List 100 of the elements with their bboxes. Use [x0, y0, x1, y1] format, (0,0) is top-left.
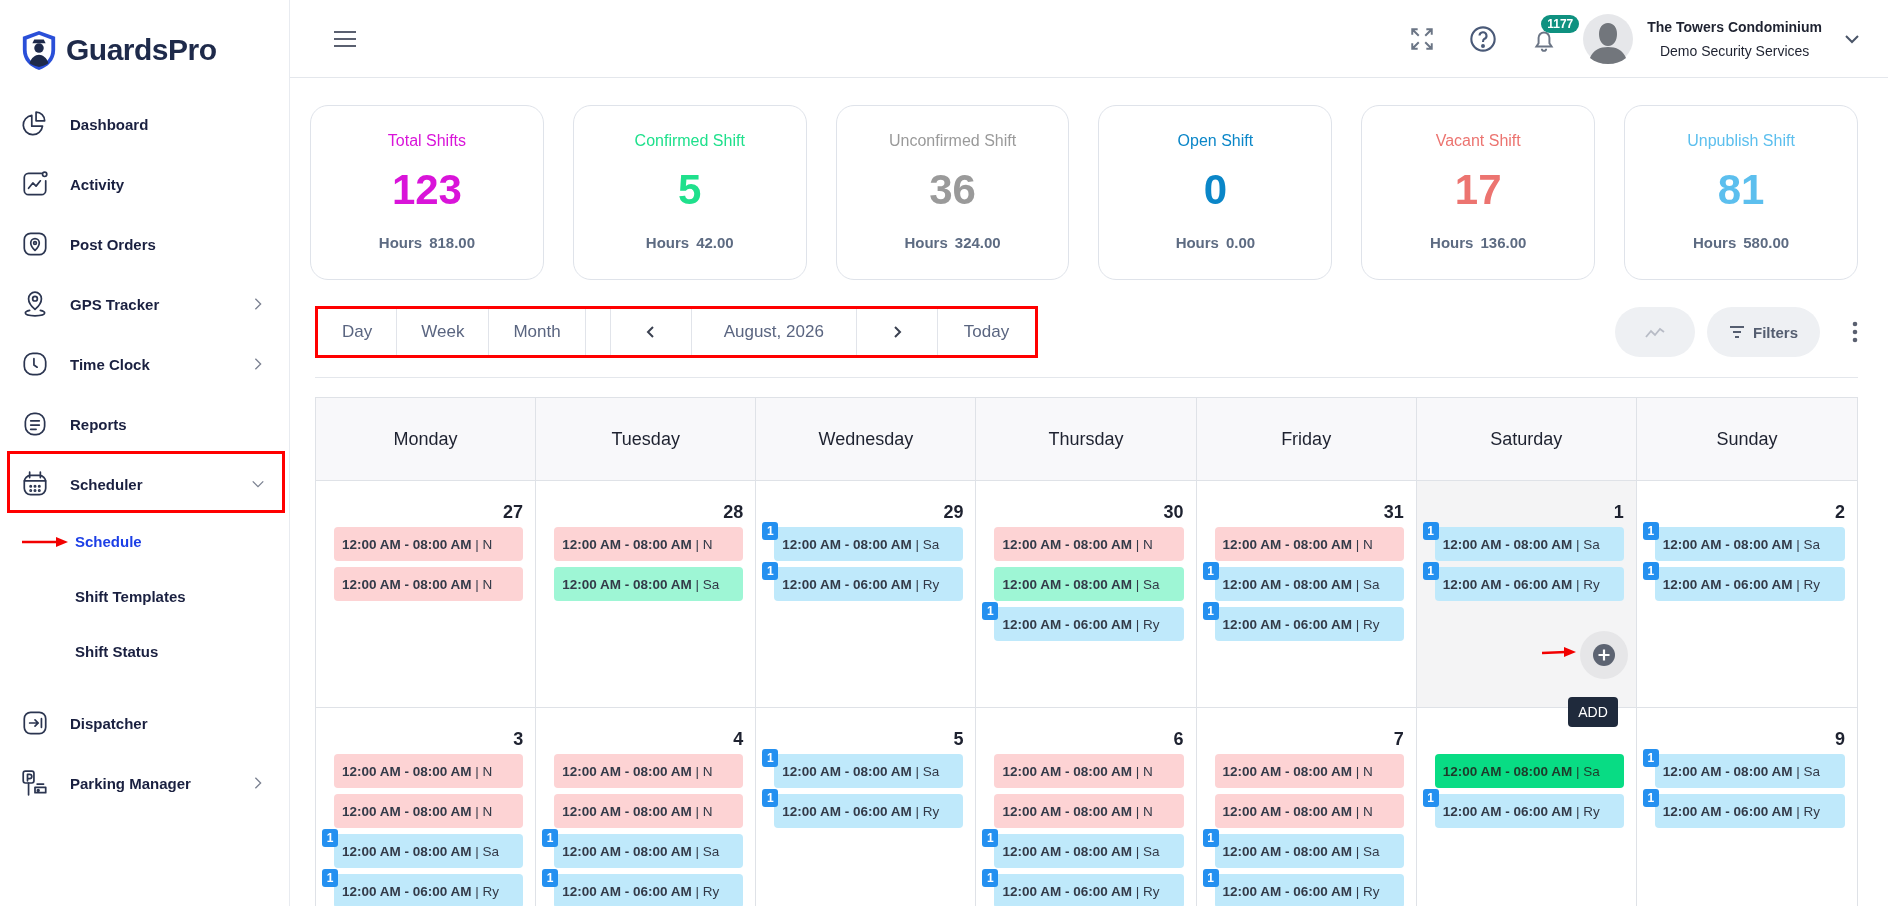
day-cell[interactable]: 31 12:00 AM - 08:00 AM | N 12:00 AM - 08:00 AM | Sa 1 12:00 AM - 06:00 AM | Ry 1 — [1196, 481, 1417, 707]
day-number: 5 — [953, 729, 964, 750]
day-number: 3 — [513, 729, 524, 750]
shift-event[interactable]: 12:00 AM - 06:00 AM | Ry — [1654, 567, 1845, 601]
shift-event[interactable]: 12:00 AM - 08:00 AM | N — [334, 794, 524, 828]
day-number: 28 — [723, 502, 744, 523]
day-cell[interactable]: 30 12:00 AM - 08:00 AM | N 12:00 AM - 08:00 AM | Sa 12:00 AM - 06:00 AM | Ry 1 — [976, 481, 1197, 707]
shift-event[interactable]: 12:00 AM - 08:00 AM | N — [1214, 527, 1404, 561]
hours-value: 42.00 — [696, 234, 734, 251]
day-cell[interactable]: 6 12:00 AM - 08:00 AM | N 12:00 AM - 08:00 AM | N 12:00 AM - 08:00 AM | Sa 1 12:00 AM - 06:00 AM | Ry 1 — [976, 708, 1197, 906]
shift-event[interactable]: 12:00 AM - 08:00 AM | Sa — [994, 834, 1184, 868]
shift-event[interactable]: 12:00 AM - 08:00 AM | N — [1214, 754, 1404, 788]
day-number: 2 — [1834, 502, 1845, 523]
count-badge: 1 — [322, 869, 338, 887]
shift-event[interactable]: 12:00 AM - 06:00 AM | Ry — [334, 874, 524, 906]
help-icon[interactable] — [1469, 24, 1498, 53]
shift-event[interactable]: 12:00 AM - 08:00 AM | N — [334, 567, 524, 601]
shift-event[interactable]: 12:00 AM - 08:00 AM | N — [994, 754, 1184, 788]
day-cell[interactable]: 4 12:00 AM - 08:00 AM | N 12:00 AM - 08:00 AM | N 12:00 AM - 08:00 AM | Sa 1 12:00 AM - 06:00 AM | Ry 1 — [536, 708, 757, 906]
parking-icon — [20, 768, 50, 798]
count-badge: 1 — [1202, 602, 1219, 620]
hours-value: 136.00 — [1480, 234, 1527, 251]
day-cell[interactable]: 5 12:00 AM - 08:00 AM | Sa 1 12:00 AM - 06:00 AM | Ry 1 — [756, 708, 977, 906]
stat-value: 123 — [391, 166, 462, 214]
shift-event[interactable]: 12:00 AM - 06:00 AM | Ry — [1434, 567, 1624, 601]
shift-event[interactable]: 12:00 AM - 08:00 AM | Sa — [1214, 834, 1404, 868]
stat-value: 81 — [1717, 166, 1765, 214]
hours-value: 818.00 — [429, 234, 476, 251]
shift-event[interactable]: 12:00 AM - 08:00 AM | Sa — [1654, 754, 1845, 788]
menu-icon[interactable] — [333, 29, 357, 48]
hours-label: Hours — [378, 234, 423, 251]
shift-event[interactable]: 12:00 AM - 06:00 AM | Ry — [1214, 874, 1404, 906]
shift-event[interactable]: 12:00 AM - 08:00 AM | Sa — [774, 754, 964, 788]
shift-event[interactable]: 12:00 AM - 08:00 AM | Sa — [1654, 527, 1845, 561]
shift-event[interactable]: 12:00 AM - 08:00 AM | N — [554, 794, 744, 828]
avatar[interactable] — [1583, 13, 1634, 64]
stat-value: 36 — [929, 166, 976, 214]
shift-event[interactable]: 12:00 AM - 08:00 AM | N — [1214, 794, 1404, 828]
shift-event[interactable]: 12:00 AM - 08:00 AM | Sa — [554, 567, 744, 601]
shift-event[interactable]: 12:00 AM - 06:00 AM | Ry — [554, 874, 744, 906]
day-cell[interactable]: 9 12:00 AM - 08:00 AM | Sa 1 12:00 AM - 06:00 AM | Ry 1 — [1636, 708, 1857, 906]
day-number: 27 — [503, 502, 524, 523]
stat-label: Confirmed Shift — [634, 132, 745, 150]
fullscreen-icon[interactable] — [1409, 25, 1436, 52]
sidebar-item[interactable]: Reports — [20, 394, 265, 454]
shift-event[interactable]: 12:00 AM - 08:00 AM | N — [334, 527, 524, 561]
count-badge: 1 — [762, 749, 779, 767]
shift-event[interactable]: 12:00 AM - 06:00 AM | Ry — [1434, 794, 1624, 828]
day-cell[interactable]: 2 12:00 AM - 08:00 AM | Sa 1 12:00 AM - 06:00 AM | Ry 1 — [1636, 481, 1857, 707]
count-badge: 1 — [982, 602, 999, 620]
count-badge: 1 — [1202, 829, 1219, 847]
shift-event[interactable]: 12:00 AM - 08:00 AM | N — [994, 527, 1184, 561]
day-cell[interactable]: 27 12:00 AM - 08:00 AM | N 12:00 AM - 08:00 AM | N — [316, 481, 537, 707]
shift-event[interactable]: 12:00 AM - 08:00 AM | Sa — [1434, 527, 1624, 561]
shift-event[interactable]: 12:00 AM - 06:00 AM | Ry — [1214, 607, 1404, 641]
notification-badge: 1177 — [1541, 14, 1580, 33]
sidebar-item[interactable]: Activity — [20, 154, 265, 214]
weekday-header: Sunday — [1715, 427, 1779, 451]
sidebar-item[interactable]: Scheduler — [20, 454, 265, 514]
stat-value: 17 — [1454, 166, 1502, 214]
shift-event[interactable]: 12:00 AM - 08:00 AM | Sa — [1214, 567, 1404, 601]
plus-icon — [1592, 644, 1615, 666]
shift-event[interactable]: 12:00 AM - 08:00 AM | N — [554, 754, 744, 788]
sidebar-item[interactable]: Post Orders — [20, 214, 265, 274]
stat-value: 5 — [678, 166, 702, 214]
shift-event[interactable]: 12:00 AM - 08:00 AM | Sa — [1434, 754, 1624, 788]
shift-event[interactable]: 12:00 AM - 08:00 AM | N — [554, 527, 744, 561]
shift-event[interactable]: 12:00 AM - 06:00 AM | Ry — [994, 874, 1184, 906]
sidebar-item[interactable]: Parking Manager — [20, 753, 265, 813]
day-cell[interactable]: 3 12:00 AM - 08:00 AM | N 12:00 AM - 08:00 AM | N 12:00 AM - 08:00 AM | Sa 1 12:00 AM - 06:00 AM | Ry 1 — [316, 708, 537, 906]
shift-event[interactable]: 12:00 AM - 08:00 AM | Sa — [994, 567, 1184, 601]
more-icon[interactable] — [1852, 321, 1858, 343]
day-number: 7 — [1393, 729, 1404, 750]
shift-event[interactable]: 12:00 AM - 08:00 AM | N — [994, 794, 1184, 828]
submenu-item[interactable]: Schedule — [75, 533, 142, 550]
count-badge: 1 — [1642, 789, 1659, 807]
count-badge: 1 — [322, 829, 338, 847]
submenu-item[interactable]: Shift Templates — [75, 588, 186, 605]
sidebar-item[interactable]: Time Clock — [20, 334, 265, 394]
day-cell[interactable]: 28 12:00 AM - 08:00 AM | N 12:00 AM - 08:00 AM | Sa — [536, 481, 757, 707]
shift-event[interactable]: 12:00 AM - 06:00 AM | Ry — [1654, 794, 1845, 828]
sidebar-item[interactable]: Dashboard — [20, 94, 265, 154]
day-cell[interactable]: 29 12:00 AM - 08:00 AM | Sa 1 12:00 AM - 06:00 AM | Ry 1 — [756, 481, 977, 707]
day-cell[interactable]: 7 12:00 AM - 08:00 AM | N 12:00 AM - 08:00 AM | N 12:00 AM - 08:00 AM | Sa 1 12:00 AM - 06:00 AM | Ry 1 — [1196, 708, 1417, 906]
sidebar-item[interactable]: GPS Tracker — [20, 274, 265, 334]
shift-event[interactable]: 12:00 AM - 06:00 AM | Ry — [994, 607, 1184, 641]
shift-event[interactable]: 12:00 AM - 08:00 AM | N — [334, 754, 524, 788]
shift-event[interactable]: 12:00 AM - 08:00 AM | Sa — [774, 527, 964, 561]
shift-event[interactable]: 12:00 AM - 06:00 AM | Ry — [774, 794, 964, 828]
weekday-header: Tuesday — [536, 398, 757, 480]
filters-button[interactable]: Filters — [1707, 307, 1820, 357]
shift-event[interactable]: 12:00 AM - 08:00 AM | Sa — [334, 834, 524, 868]
submenu-item[interactable]: Shift Status — [75, 643, 159, 660]
count-badge: 1 — [982, 869, 999, 887]
filter-icon — [1729, 326, 1745, 338]
sidebar-item[interactable]: Dispatcher — [20, 693, 265, 753]
shift-event[interactable]: 12:00 AM - 06:00 AM | Ry — [774, 567, 964, 601]
count-badge: 1 — [1202, 869, 1219, 887]
shift-event[interactable]: 12:00 AM - 08:00 AM | Sa — [554, 834, 744, 868]
add-button[interactable] — [1579, 631, 1628, 679]
